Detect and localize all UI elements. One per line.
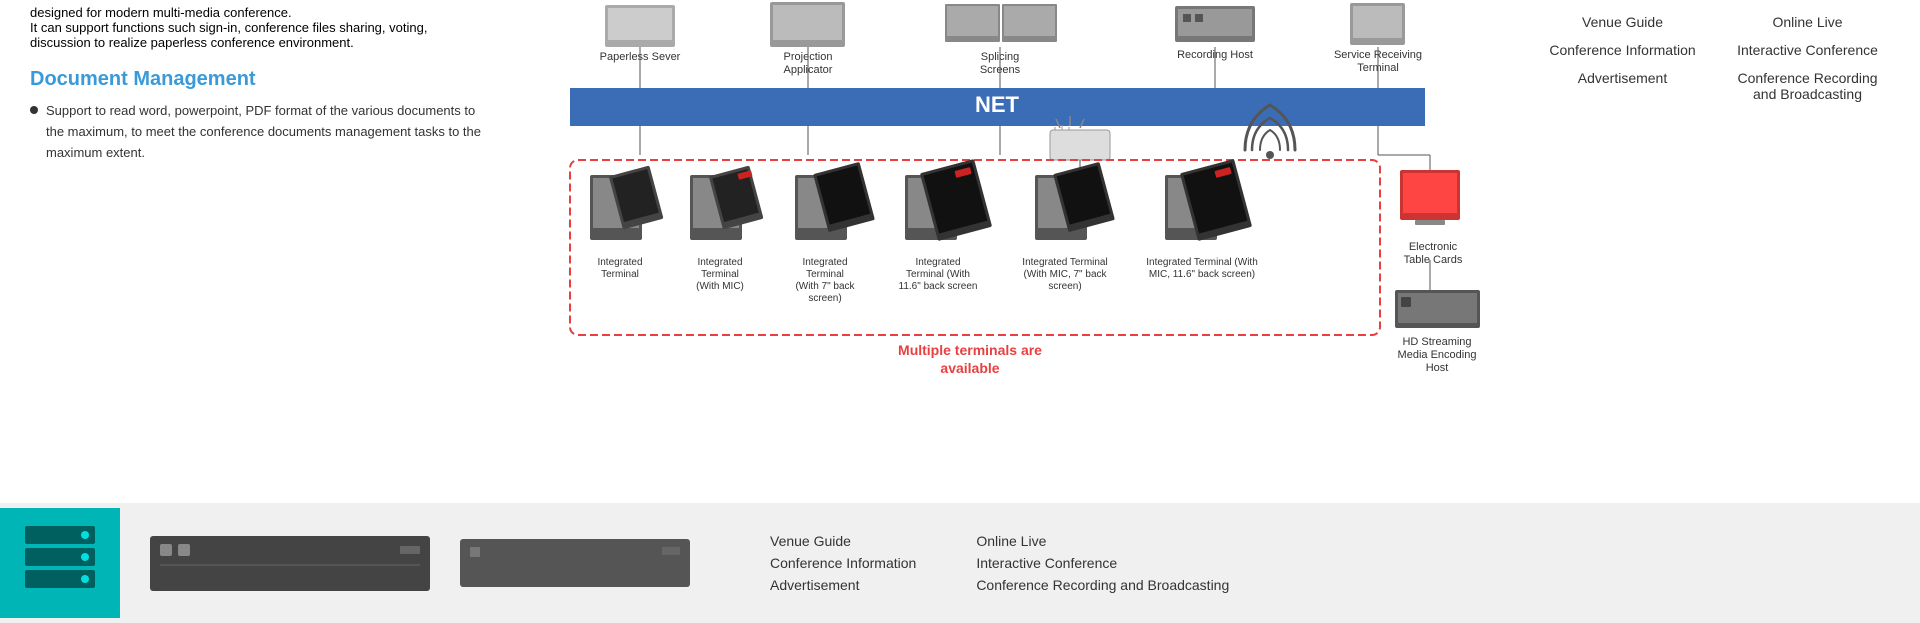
- right-col-1-item-1: Conference Information: [1540, 38, 1705, 62]
- recording-host-device: Recording Host: [1175, 6, 1255, 88]
- svg-text:Terminal: Terminal: [601, 269, 639, 280]
- svg-text:MIC, 11.6" back screen): MIC, 11.6" back screen): [1149, 269, 1255, 280]
- svg-text:HD Streaming: HD Streaming: [1402, 336, 1471, 348]
- svg-text:(With 7" back: (With 7" back: [795, 281, 855, 292]
- footer-col-1-item-2: Advertisement: [770, 577, 916, 593]
- right-col-1-item-2: Advertisement: [1540, 66, 1705, 90]
- service-receiving-device: Service Receiving Terminal: [1334, 3, 1422, 88]
- rack-device-1: [150, 536, 430, 591]
- electronic-table-cards: Electronic Table Cards: [1400, 170, 1463, 266]
- diagram-svg: Paperless Sever Projection Applicator Sp…: [540, 0, 1500, 500]
- bullet-text: Support to read word, powerpoint, PDF fo…: [46, 101, 490, 163]
- left-column: designed for modern multi-media conferen…: [0, 0, 530, 503]
- svg-text:Host: Host: [1426, 362, 1449, 374]
- footer-col-2-item-1: Interactive Conference: [976, 555, 1229, 571]
- svg-text:11.6" back screen: 11.6" back screen: [899, 281, 978, 292]
- terminal-3: Integrated Terminal (With 7" back screen…: [795, 162, 875, 304]
- footer-col-1-item-1: Conference Information: [770, 555, 916, 571]
- svg-text:Terminal: Terminal: [701, 269, 739, 280]
- splicing-screens-device: Splicing Screens: [945, 4, 1057, 88]
- hd-streaming-host: HD Streaming Media Encoding Host: [1395, 290, 1480, 374]
- svg-text:Integrated: Integrated: [697, 257, 742, 268]
- svg-text:Integrated Terminal (With: Integrated Terminal (With: [1146, 257, 1258, 268]
- footer-text-area: Venue Guide Conference Information Adver…: [710, 533, 1920, 593]
- right-col-1: Venue Guide Conference Information Adver…: [1530, 10, 1715, 106]
- rack-device-2: [460, 539, 690, 587]
- svg-text:Integrated: Integrated: [597, 257, 642, 268]
- main-page: designed for modern multi-media conferen…: [0, 0, 1920, 503]
- bottom-strip: Venue Guide Conference Information Adver…: [0, 503, 1920, 623]
- footer-col-1-item-0: Venue Guide: [770, 533, 916, 549]
- svg-text:Integrated Terminal: Integrated Terminal: [1022, 257, 1107, 268]
- svg-text:Integrated: Integrated: [802, 257, 847, 268]
- svg-text:Media Encoding: Media Encoding: [1398, 349, 1477, 361]
- svg-text:(With MIC): (With MIC): [696, 281, 744, 292]
- footer-col-2-item-2: Conference Recording and Broadcasting: [976, 577, 1229, 593]
- bullet-item: Support to read word, powerpoint, PDF fo…: [30, 101, 490, 163]
- terminal-6: Integrated Terminal (With MIC, 11.6" bac…: [1146, 159, 1258, 280]
- svg-text:(With MIC, 7" back: (With MIC, 7" back: [1023, 269, 1107, 280]
- intro-text: designed for modern multi-media conferen…: [30, 5, 490, 20]
- terminal-1: Integrated Terminal: [590, 165, 664, 280]
- right-col-2: Online Live Interactive Conference Confe…: [1715, 10, 1900, 106]
- footer-col-1: Venue Guide Conference Information Adver…: [770, 533, 916, 593]
- paperless-server-device: Paperless Sever: [600, 5, 681, 88]
- svg-text:Electronic: Electronic: [1409, 241, 1458, 253]
- right-col-2-item-2: Conference Recording and Broadcasting: [1725, 66, 1890, 106]
- footer-col-2-item-0: Online Live: [976, 533, 1229, 549]
- footer-col-2: Online Live Interactive Conference Confe…: [976, 533, 1229, 593]
- projection-app-device: Projection Applicator: [770, 2, 845, 88]
- bullet-dot: [30, 106, 38, 114]
- svg-text:screen): screen): [808, 293, 841, 304]
- right-col-2-item-1: Interactive Conference: [1725, 38, 1890, 62]
- svg-text:Table Cards: Table Cards: [1404, 254, 1463, 266]
- svg-text:Terminal (With: Terminal (With: [906, 269, 970, 280]
- center-diagram: Paperless Sever Projection Applicator Sp…: [530, 0, 1510, 503]
- teal-server-box: [0, 508, 120, 618]
- multiple-text-1: Multiple terminals are: [898, 342, 1042, 358]
- svg-text:screen): screen): [1048, 281, 1081, 292]
- terminal-2: Integrated Terminal (With MIC): [690, 165, 764, 292]
- section-title: Document Management: [30, 68, 490, 91]
- right-col-2-item-0: Online Live: [1725, 10, 1890, 34]
- svg-text:Terminal: Terminal: [806, 269, 844, 280]
- right-col-1-item-0: Venue Guide: [1540, 10, 1705, 34]
- terminal-4: Integrated Terminal (With 11.6" back scr…: [899, 159, 993, 292]
- net-label: NET: [975, 92, 1020, 117]
- svg-text:Integrated: Integrated: [915, 257, 960, 268]
- terminal-5: Integrated Terminal (With MIC, 7" back s…: [1022, 162, 1115, 292]
- para2: It can support functions such sign-in, c…: [30, 20, 490, 50]
- right-column: Venue Guide Conference Information Adver…: [1510, 0, 1920, 503]
- right-cols-container: Venue Guide Conference Information Adver…: [1530, 10, 1900, 106]
- server-icon: [15, 518, 105, 608]
- multiple-text-2: available: [940, 360, 999, 376]
